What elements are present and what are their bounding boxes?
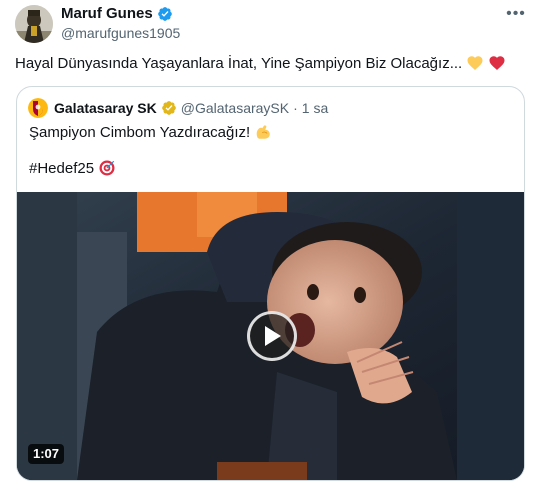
- flexed-biceps-icon: [256, 125, 270, 139]
- video-player[interactable]: 1:07: [17, 192, 524, 480]
- quoted-author-handle[interactable]: @GalatasaraySK: [181, 100, 289, 116]
- galatasaray-logo-icon[interactable]: [28, 98, 48, 118]
- video-duration: 1:07: [28, 444, 65, 464]
- author-name[interactable]: Maruf Gunes: [61, 5, 173, 22]
- author-handle[interactable]: @marufgunes1905: [61, 25, 180, 41]
- quoted-tweet[interactable]: Galatasaray SK @GalatasaraySK · 1 sa Şam…: [16, 86, 525, 481]
- yellow-heart-icon: [467, 56, 483, 70]
- quoted-tweet-time[interactable]: 1 sa: [302, 100, 328, 116]
- gold-verified-badge-icon[interactable]: [161, 100, 177, 116]
- verified-badge-icon[interactable]: [157, 6, 173, 22]
- hashtag-link[interactable]: #Hedef25: [29, 160, 94, 177]
- play-icon: [265, 326, 281, 346]
- tweet-card: Maruf Gunes @marufgunes1905 ••• Hayal Dü…: [0, 0, 537, 490]
- quoted-author-name[interactable]: Galatasaray SK: [54, 100, 157, 116]
- tweet-text: Hayal Dünyasında Yaşayanlara İnat, Yine …: [15, 54, 506, 72]
- more-options-button[interactable]: •••: [504, 2, 528, 26]
- author-name-text[interactable]: Maruf Gunes: [61, 5, 153, 22]
- direct-hit-icon: [99, 160, 115, 176]
- quoted-tweet-line-1: Şampiyon Cimbom Yazdıracağız!: [29, 123, 272, 141]
- quoted-tweet-line-2: #Hedef25: [29, 159, 116, 177]
- avatar-image: [15, 5, 53, 43]
- quoted-line-1-text: Şampiyon Cimbom Yazdıracağız!: [29, 123, 251, 141]
- red-heart-icon: [489, 56, 505, 70]
- quoted-tweet-header: Galatasaray SK @GalatasaraySK · 1 sa: [28, 98, 328, 118]
- meta-separator: ·: [293, 100, 298, 116]
- author-avatar[interactable]: [15, 5, 53, 43]
- tweet-text-content: Hayal Dünyasında Yaşayanlara İnat, Yine …: [15, 54, 463, 72]
- play-button[interactable]: [247, 311, 297, 361]
